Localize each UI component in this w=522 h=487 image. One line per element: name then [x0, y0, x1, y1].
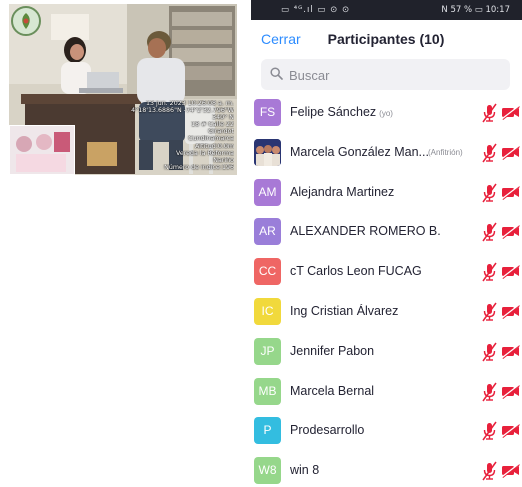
avatar: FS	[254, 99, 281, 126]
muted-mic-icon[interactable]	[481, 342, 498, 367]
participant-row[interactable]: W8 win 8	[251, 452, 522, 487]
participant-name: ALEXANDER ROMERO B.	[290, 224, 441, 238]
stamp-line: 4°18'13.6886"N -74°2'32.796"W	[131, 107, 234, 115]
avatar: AM	[254, 179, 281, 206]
participant-name: win 8	[290, 463, 319, 477]
muted-mic-icon[interactable]	[481, 103, 498, 128]
participant-row[interactable]: IC Ing Cristian Álvarez	[251, 293, 522, 333]
meeting-photo: 13 jun. 2023 10:26:08 a. m. 4°18'13.6886…	[9, 4, 237, 175]
stamp-line: Cundinamarca	[188, 135, 234, 143]
leaf-logo	[22, 13, 30, 29]
search-input[interactable]	[287, 63, 501, 87]
participant-row[interactable]: Marcela González Man... (Anfitrión)	[251, 134, 522, 174]
video-off-icon[interactable]	[501, 384, 520, 404]
stamp-line: Altitud:0.0m	[194, 142, 234, 150]
participant-name: Prodesarrollo	[290, 423, 364, 437]
participant-name: Alejandra Martinez	[290, 185, 394, 199]
host-role-label: (Anfitrión)	[428, 148, 463, 157]
participant-name-text: win 8	[290, 463, 320, 477]
search-icon	[270, 67, 283, 80]
muted-mic-icon[interactable]	[481, 222, 498, 247]
thumbnail-scene	[10, 126, 74, 174]
participant-name-text: Ing Cristian Álvarez	[290, 304, 399, 318]
close-button[interactable]: Cerrar	[261, 31, 301, 47]
participant-name: cT Carlos Leon FUCAG	[290, 264, 422, 278]
photo-stamp: 13 jun. 2023 10:26:08 a. m. 4°18'13.6886…	[114, 100, 234, 171]
participant-name: Ing Cristian Álvarez	[290, 304, 398, 318]
avatar: MB	[254, 378, 281, 405]
participant-name: Jennifer Pabon	[290, 344, 374, 358]
avatar: CC	[254, 258, 281, 285]
participant-row[interactable]: FS Felipe Sánchez (yo)	[251, 94, 522, 134]
muted-mic-icon[interactable]	[481, 302, 498, 327]
stamp-line: Girardot	[208, 128, 234, 136]
participant-row[interactable]: CC cT Carlos Leon FUCAG	[251, 253, 522, 293]
video-off-icon[interactable]	[501, 463, 520, 483]
participant-role: (yo)	[379, 109, 393, 118]
muted-mic-icon[interactable]	[481, 461, 498, 486]
participant-name-text: Alejandra Martinez	[290, 185, 395, 199]
participant-name-text: Marcela Bernal	[290, 384, 375, 398]
logo-badge	[11, 6, 41, 36]
video-off-icon[interactable]	[501, 224, 520, 244]
page-title: Participantes (10)	[327, 31, 445, 47]
stamp-line: 18 # Calle 22	[191, 121, 234, 129]
participant-row[interactable]: AM Alejandra Martinez	[251, 174, 522, 214]
avatar: AR	[254, 218, 281, 245]
participant-name-text: Marcela González Man...	[290, 145, 429, 159]
avatar	[254, 139, 281, 166]
search-box[interactable]	[261, 59, 510, 90]
participant-name: Marcela González Man...	[290, 145, 429, 159]
stamp-line: 13 jun. 2023 10:26:08 a. m.	[145, 100, 234, 107]
avatar: IC	[254, 298, 281, 325]
participant-row[interactable]: AR ALEXANDER ROMERO B.	[251, 213, 522, 253]
video-off-icon[interactable]	[501, 185, 520, 205]
participants-header: Cerrar Participantes (10)	[251, 20, 522, 58]
phone-screen: ▭ ⁴ᴳ.ıl ▭ ⊙ ⊙ N 57 % ▭ 10:17 Cerrar Part…	[251, 0, 522, 487]
video-off-icon[interactable]	[501, 145, 520, 165]
participant-name-text: ALEXANDER ROMERO B.	[290, 224, 441, 238]
avatar: W8	[254, 457, 281, 484]
participant-name: Felipe Sánchez (yo)	[290, 105, 393, 119]
avatar: P	[254, 417, 281, 444]
participant-row[interactable]: MB Marcela Bernal	[251, 373, 522, 413]
status-bar: ▭ ⁴ᴳ.ıl ▭ ⊙ ⊙ N 57 % ▭ 10:17	[251, 0, 522, 20]
avatar-photo	[254, 139, 281, 166]
stamp-line: Vereda la Reforma	[176, 149, 234, 157]
muted-mic-icon[interactable]	[481, 421, 498, 446]
participant-name-text: Prodesarrollo	[290, 423, 365, 437]
participant-row[interactable]: JP Jennifer Pabon	[251, 333, 522, 373]
video-off-icon[interactable]	[501, 264, 520, 284]
muted-mic-icon[interactable]	[481, 382, 498, 407]
participant-name-text: Jennifer Pabon	[290, 344, 375, 358]
video-off-icon[interactable]	[501, 344, 520, 364]
thumbnail-image	[9, 125, 75, 175]
status-battery-time: N 57 % ▭ 10:17	[441, 5, 510, 15]
video-off-icon[interactable]	[501, 423, 520, 443]
muted-mic-icon[interactable]	[481, 262, 498, 287]
participant-row[interactable]: P Prodesarrollo	[251, 412, 522, 452]
video-off-icon[interactable]	[501, 304, 520, 324]
muted-mic-icon[interactable]	[481, 183, 498, 208]
muted-mic-icon[interactable]	[481, 143, 498, 168]
participant-name: Marcela Bernal	[290, 384, 374, 398]
video-off-icon[interactable]	[501, 105, 520, 125]
stamp-line: Número de indice:196	[164, 163, 234, 171]
status-icons-left: ▭ ⁴ᴳ.ıl ▭ ⊙ ⊙	[281, 5, 351, 15]
avatar: JP	[254, 338, 281, 365]
stamp-line: Nariño	[213, 156, 234, 164]
stamp-line: 340° N	[212, 114, 234, 122]
participant-name-text: cT Carlos Leon FUCAG	[290, 264, 422, 278]
participant-name-text: Felipe Sánchez	[290, 105, 377, 119]
